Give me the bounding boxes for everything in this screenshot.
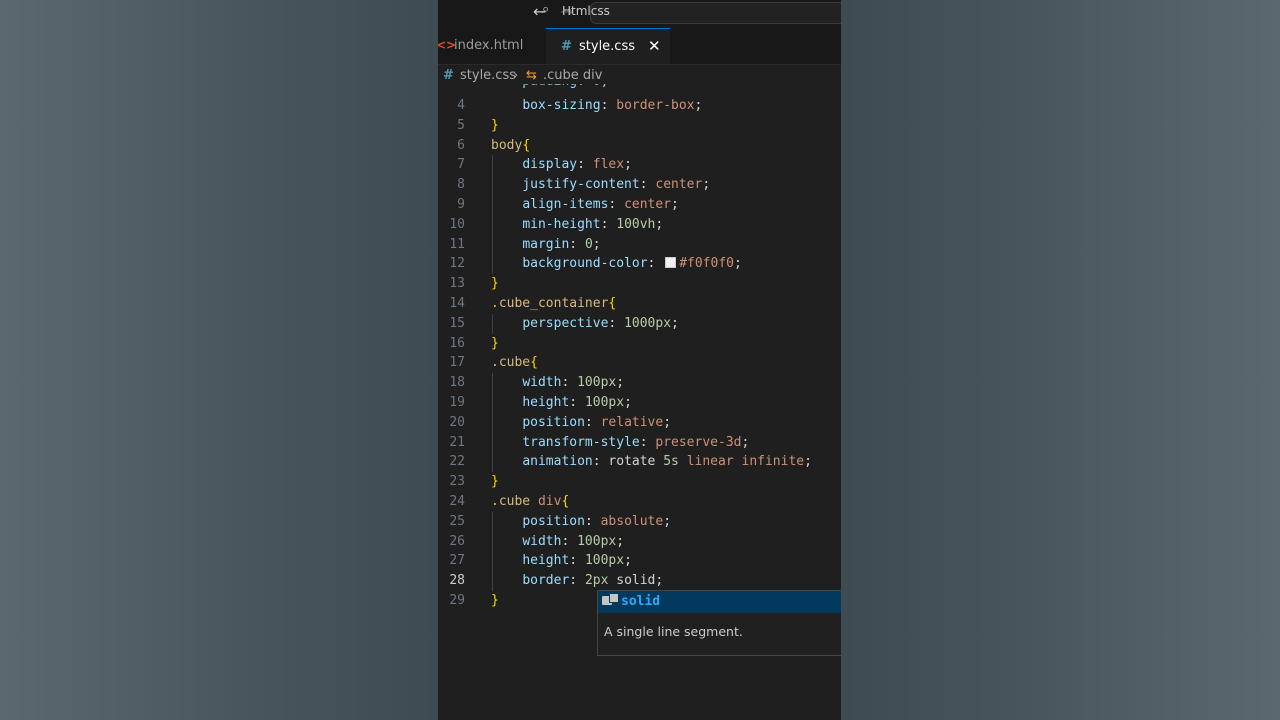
code-text: } (491, 335, 499, 351)
line-number: 20 (449, 414, 465, 430)
search-icon: ⌕ (542, 2, 550, 17)
line-number: 27 (449, 553, 465, 569)
breadcrumb-symbol[interactable]: .cube div (543, 68, 602, 83)
code-text: border: 2px solid; (522, 573, 664, 589)
line-number: 17 (449, 355, 465, 371)
title-bar: ← → ⌕ Htmlcss (438, 0, 841, 28)
code-text: width: 100px; (522, 375, 625, 391)
code-text: display: flex; (522, 157, 632, 173)
line-number: 14 (449, 296, 465, 311)
tab-label: style.css (579, 39, 635, 54)
code-text: } (491, 276, 499, 292)
line-number: 12 (449, 256, 465, 272)
tab-index-html[interactable]: <> index.html (438, 28, 543, 64)
code-text: .cube{ (491, 355, 538, 371)
code-editor-window: ← → ⌕ Htmlcss <> index.html # style.css … (438, 0, 841, 720)
color-swatch-icon[interactable] (665, 257, 677, 269)
line-number: 9 (457, 197, 465, 212)
code-text: justify-content: center; (522, 177, 711, 193)
code-text: transform-style: preserve-3d; (522, 434, 750, 450)
line-number: 11 (449, 236, 465, 252)
code-text: } (491, 474, 499, 490)
code-text: box-sizing: border-box; (522, 98, 703, 113)
breadcrumb-file[interactable]: style.css (460, 68, 516, 83)
code-text: perspective: 1000px; (522, 315, 679, 331)
indent-guide (492, 313, 493, 334)
line-number: 5 (457, 117, 465, 133)
line-number: 22 (449, 454, 465, 470)
line-number: 19 (449, 395, 465, 410)
tab-label: index.html (454, 38, 524, 53)
line-number: 23 (449, 474, 465, 490)
code-text: min-height: 100vh; (522, 216, 664, 232)
code-text: position: absolute; (522, 513, 672, 529)
line-number: 4 (457, 98, 465, 113)
suggest-widget: solid A single line segment. (597, 590, 841, 656)
tab-style-css[interactable]: # style.css ✕ (546, 28, 670, 64)
code-text: width: 100px; (522, 533, 625, 549)
suggest-documentation: A single line segment. (604, 624, 743, 639)
code-text: .cube_container{ (491, 296, 617, 311)
code-text: position: relative; (522, 414, 672, 430)
line-number: 10 (449, 216, 465, 232)
tab-bar: <> index.html # style.css ✕ (438, 28, 841, 65)
command-center-search[interactable] (590, 2, 841, 24)
symbol-class-icon: ⇆ (526, 68, 537, 83)
code-text: background-color: #f0f0f0; (522, 256, 742, 272)
indent-guide (492, 155, 493, 275)
code-text: align-items: center; (522, 197, 679, 212)
suggest-item[interactable]: solid (598, 591, 841, 613)
line-number: 21 (449, 434, 465, 450)
code-text: .cube div{ (491, 494, 570, 509)
line-number: 26 (449, 533, 465, 549)
search-label: Htmlcss (562, 4, 610, 18)
line-number: 18 (449, 375, 465, 391)
line-number: 29 (449, 593, 465, 608)
line-number: 13 (449, 276, 465, 292)
css-hash-icon: # (561, 39, 572, 54)
line-number: 16 (449, 335, 465, 351)
line-number: 24 (449, 494, 465, 509)
enum-member-icon (602, 593, 619, 605)
line-number: 25 (449, 513, 465, 529)
suggest-item-label: solid (621, 594, 661, 609)
line-number: 7 (457, 157, 465, 173)
code-text: height: 100px; (522, 395, 632, 410)
code-text: margin: 0; (522, 236, 601, 252)
code-text: } (491, 117, 499, 133)
line-number: 6 (457, 137, 465, 153)
css-hash-icon: # (443, 68, 454, 83)
line-number: 8 (457, 177, 465, 193)
indent-guide (492, 373, 493, 473)
indent-guide (492, 511, 493, 591)
code-text: body{ (491, 137, 531, 153)
chevron-right-icon: › (513, 68, 519, 83)
close-icon[interactable]: ✕ (648, 37, 661, 55)
code-text: animation: rotate 5s linear infinite; (522, 454, 812, 470)
line-number: 28 (449, 573, 465, 589)
line-number: 15 (449, 315, 465, 331)
code-text: } (491, 593, 499, 608)
code-text: height: 100px; (522, 553, 632, 569)
